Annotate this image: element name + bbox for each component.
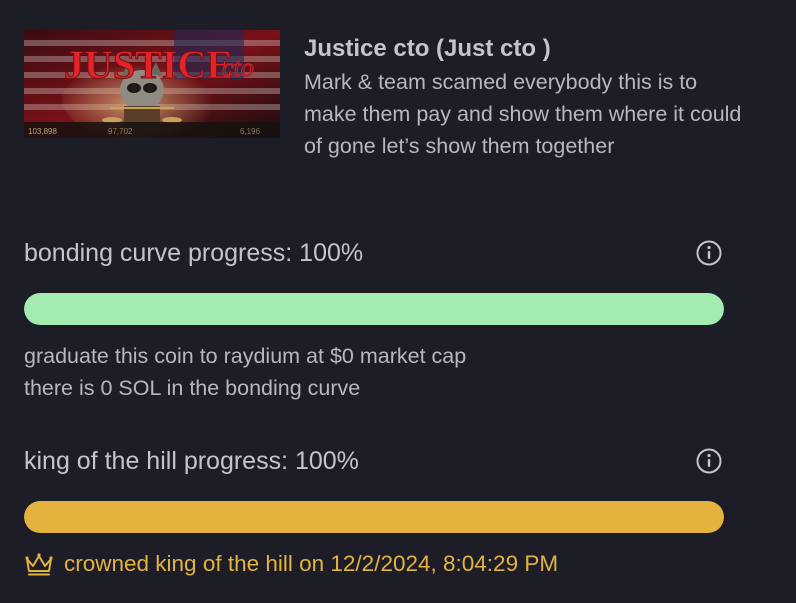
graduate-info-text: graduate this coin to raydium at $0 mark… [24,344,467,368]
coin-image-stat-3: 6,196 [240,127,261,136]
crowned-text: crowned king of the hill on 12/2/2024, 8… [64,551,559,576]
bonding-sol-text: there is 0 SOL in the bonding curve [24,376,361,400]
koth-progress-fill [24,501,724,533]
crowned-row: crowned king of the hill on 12/2/2024, 8… [24,548,558,580]
coin-title: Justice cto (Just cto ) [304,35,551,62]
coin-header: JUSTICE cto 103,898 97,702 6,196 Justice… [24,30,764,200]
bonding-curve-progress-fill [24,293,724,325]
coin-info: Justice cto (Just cto ) Mark & team scam… [304,32,744,162]
koth-label: king of the hill progress: 100% [24,447,359,475]
coin-description: Mark & team scamed everybody this is to … [304,70,742,158]
coin-image-stat-2: 97,702 [108,127,133,136]
koth-progress-bar [24,501,724,533]
coin-image[interactable]: JUSTICE cto 103,898 97,702 6,196 [24,30,280,138]
bonding-curve-progress-bar [24,293,724,325]
coin-image-banner-text: JUSTICE [64,42,233,87]
coin-image-art: JUSTICE cto 103,898 97,702 6,196 [24,30,280,138]
coin-image-stat-1: 103,898 [28,127,57,136]
crown-icon [25,553,53,576]
bonding-info-icon[interactable] [696,240,722,266]
koth-info-icon[interactable] [696,448,722,474]
coin-image-banner-suffix: cto [222,53,254,82]
bonding-curve-label: bonding curve progress: 100% [24,239,364,267]
